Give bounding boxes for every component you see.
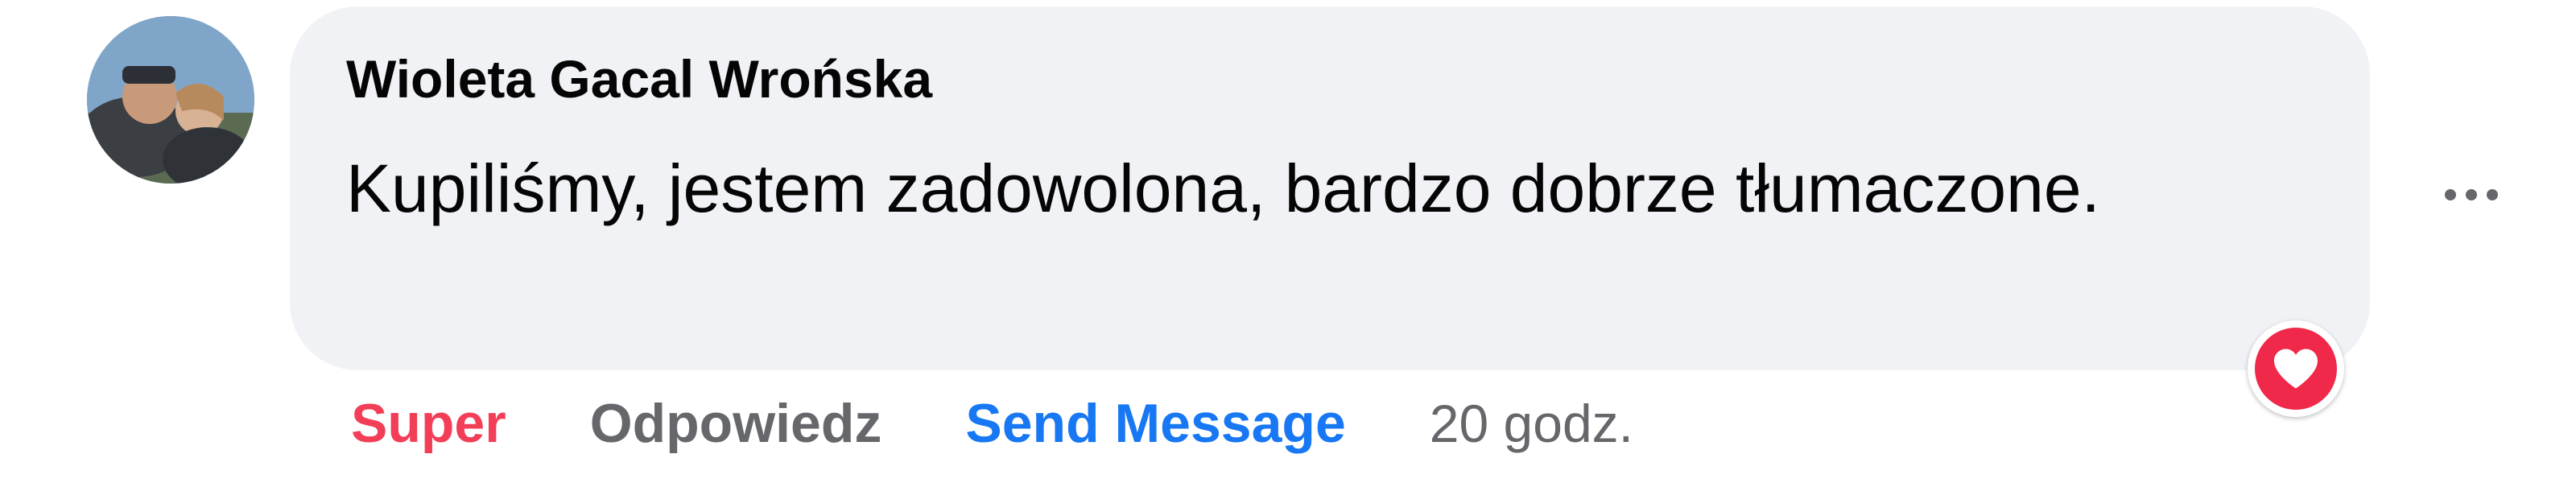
more-horizontal-icon bbox=[2466, 189, 2477, 200]
comment-timestamp[interactable]: 20 godz. bbox=[1430, 393, 1633, 454]
heart-reaction bbox=[2255, 328, 2337, 410]
comment-author-name[interactable]: Wioleta Gacal Wrońska bbox=[346, 48, 932, 109]
comment-text: Kupiliśmy, jestem zadowolona, bardzo dob… bbox=[346, 151, 2100, 226]
react-button[interactable]: Super bbox=[351, 392, 506, 455]
reaction-badge[interactable] bbox=[2248, 320, 2344, 417]
avatar[interactable] bbox=[87, 16, 254, 184]
heart-icon bbox=[2274, 349, 2318, 389]
send-message-button[interactable]: Send Message bbox=[965, 392, 1345, 455]
more-horizontal-icon bbox=[2487, 189, 2498, 200]
more-options-button[interactable] bbox=[2431, 171, 2512, 219]
avatar-photo bbox=[87, 16, 254, 184]
comment-row: Wioleta Gacal Wrońska Kupiliśmy, jestem … bbox=[0, 0, 2576, 483]
more-horizontal-icon bbox=[2445, 189, 2456, 200]
comment-action-bar: Super Odpowiedz Send Message 20 godz. bbox=[351, 385, 1633, 462]
reply-button[interactable]: Odpowiedz bbox=[590, 392, 882, 455]
